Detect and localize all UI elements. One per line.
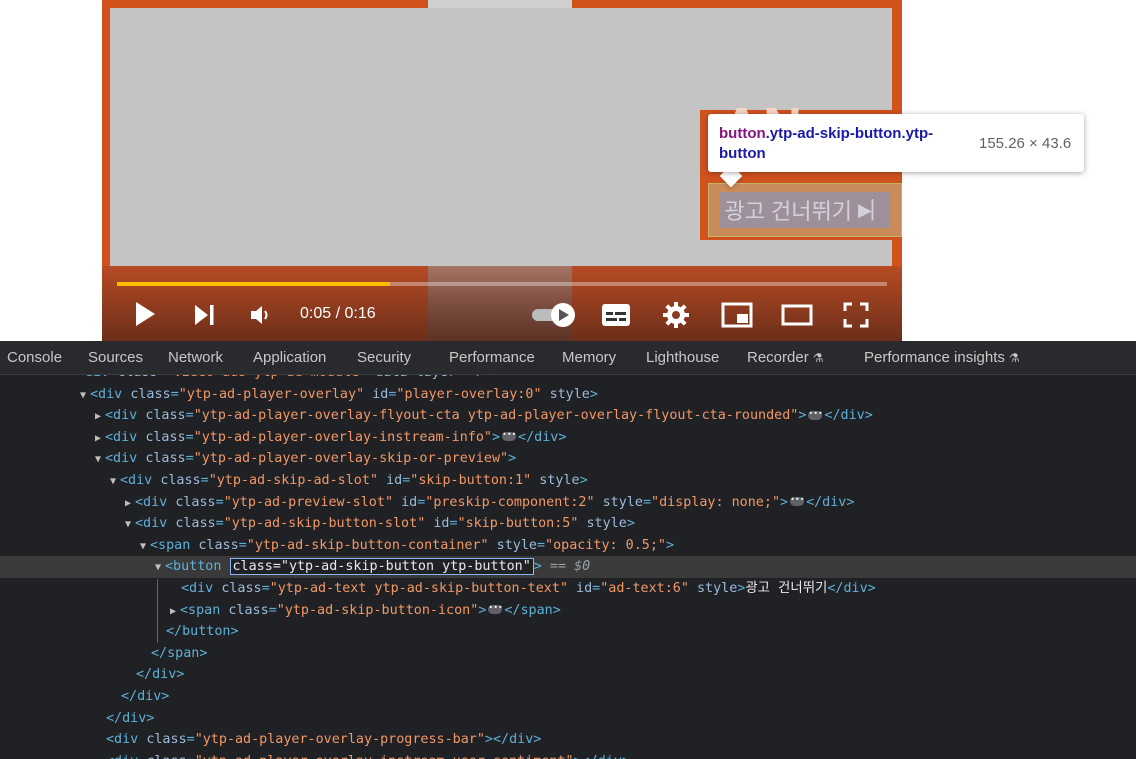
- autoplay-toggle-icon[interactable]: [530, 302, 578, 328]
- dom-node[interactable]: ▶ <div class="ytp-ad-preview-slot" id="pr…: [0, 492, 1136, 514]
- tab-memory[interactable]: Memory: [562, 349, 616, 366]
- experiment-flask-icon: ⚗: [812, 351, 824, 365]
- dom-node-close[interactable]: </button>: [0, 621, 1136, 643]
- dom-node[interactable]: <div class="ytp-ad-text ytp-ad-skip-butt…: [0, 578, 1136, 600]
- dom-node[interactable]: <div class="ytp-ad-player-overlay-instre…: [0, 751, 1136, 759]
- selected-marker: == $0: [549, 559, 591, 575]
- skip-button-text: 광고 건너뛰기: [724, 199, 852, 224]
- tab-security[interactable]: Security: [357, 349, 411, 366]
- theater-mode-icon[interactable]: [781, 304, 813, 326]
- collapse-triangle-icon[interactable]: ▼: [110, 471, 120, 493]
- dom-node[interactable]: ▶ <div class="ytp-ad-player-overlay-flyou…: [0, 405, 1136, 427]
- time-display: 0:05 / 0:16: [300, 305, 376, 322]
- attribute-edit-box[interactable]: class="ytp-ad-skip-button ytp-button": [229, 558, 534, 576]
- ellipsis-icon[interactable]: •••: [488, 604, 503, 615]
- dom-node[interactable]: ▶ <span class="ytp-ad-skip-button-icon"> •…: [0, 600, 1136, 622]
- expand-triangle-icon[interactable]: ▶: [95, 428, 105, 450]
- experiment-flask-icon: ⚗: [1008, 351, 1020, 365]
- collapse-triangle-icon[interactable]: ▼: [80, 385, 90, 407]
- ellipsis-icon[interactable]: •••: [808, 409, 823, 420]
- volume-icon[interactable]: [249, 304, 273, 326]
- collapse-triangle-icon[interactable]: ▼: [125, 514, 135, 536]
- expand-triangle-icon[interactable]: ▶: [170, 601, 180, 623]
- inspect-tooltip: button.ytp-ad-skip-button.ytp-button 155…: [708, 114, 1084, 172]
- dom-node[interactable]: ▼ <div class="ytp-ad-skip-button-slot" id…: [0, 513, 1136, 535]
- dom-node[interactable]: ▼ <div class="ytp-ad-player-overlay" id="…: [0, 384, 1136, 406]
- dom-node[interactable]: ▼ <span class="ytp-ad-skip-button-contain…: [0, 535, 1136, 557]
- dom-node-selected[interactable]: ▼ <button class="ytp-ad-skip-button ytp-b…: [0, 556, 1136, 578]
- tooltip-size: 155.26 × 43.6: [979, 135, 1072, 152]
- dom-node[interactable]: ▶ <div class="ytp-ad-player-overlay-instr…: [0, 427, 1136, 449]
- dom-node[interactable]: ▼ <div class="ytp-ad-player-overlay-skip-…: [0, 448, 1136, 470]
- dom-node-close[interactable]: </div>: [0, 686, 1136, 708]
- next-icon[interactable]: [192, 303, 216, 327]
- dom-node[interactable]: <div class="ytp-ad-player-overlay-progre…: [0, 729, 1136, 751]
- tab-performance-insights[interactable]: Performance insights ⚗: [864, 349, 1020, 366]
- collapse-triangle-icon[interactable]: ▼: [140, 536, 150, 558]
- tab-recorder-label: Recorder: [747, 349, 809, 366]
- devtools-tabbar: Console Sources Network Application Secu…: [0, 341, 1136, 375]
- tab-console[interactable]: Console: [7, 349, 62, 366]
- elements-dom-tree[interactable]: <div class="video-ads ytp-ad-module" dat…: [0, 368, 1136, 759]
- dom-node-close[interactable]: </span>: [0, 643, 1136, 665]
- ellipsis-icon[interactable]: •••: [502, 431, 517, 442]
- tab-performance-insights-label: Performance insights: [864, 349, 1005, 366]
- tooltip-tag: button: [719, 125, 766, 142]
- progress-bar-fill: [117, 282, 391, 286]
- skip-button-highlight: 광고 건너뛰기 ▶▏: [720, 192, 890, 228]
- miniplayer-icon[interactable]: [721, 302, 753, 328]
- tab-network[interactable]: Network: [168, 349, 223, 366]
- dom-node-close[interactable]: </div>: [0, 708, 1136, 730]
- play-icon[interactable]: [132, 300, 158, 328]
- tab-performance[interactable]: Performance: [449, 349, 535, 366]
- tab-sources[interactable]: Sources: [88, 349, 143, 366]
- skip-next-icon: ▶▏: [857, 199, 886, 220]
- tab-application[interactable]: Application: [253, 349, 326, 366]
- progress-bar[interactable]: [117, 282, 887, 286]
- skip-ad-button[interactable]: 광고 건너뛰기 ▶▏: [708, 183, 902, 237]
- dom-node-close[interactable]: </div>: [0, 664, 1136, 686]
- subtitles-icon[interactable]: [601, 303, 631, 327]
- tooltip-selector: button.ytp-ad-skip-button.ytp-button: [719, 124, 969, 164]
- expand-triangle-icon[interactable]: ▶: [95, 406, 105, 428]
- collapse-triangle-icon[interactable]: ▼: [155, 557, 165, 579]
- collapse-triangle-icon[interactable]: ▼: [95, 449, 105, 471]
- settings-icon[interactable]: [663, 302, 689, 328]
- tab-lighthouse[interactable]: Lighthouse: [646, 349, 719, 366]
- dom-node[interactable]: ▼ <div class="ytp-ad-skip-ad-slot" id="sk…: [0, 470, 1136, 492]
- ellipsis-icon[interactable]: •••: [790, 496, 805, 507]
- expand-triangle-icon[interactable]: ▶: [125, 493, 135, 515]
- devtools-panel: <div class="video-ads ytp-ad-module" dat…: [0, 341, 1136, 759]
- tab-recorder[interactable]: Recorder ⚗: [747, 349, 823, 366]
- fullscreen-icon[interactable]: [843, 302, 869, 328]
